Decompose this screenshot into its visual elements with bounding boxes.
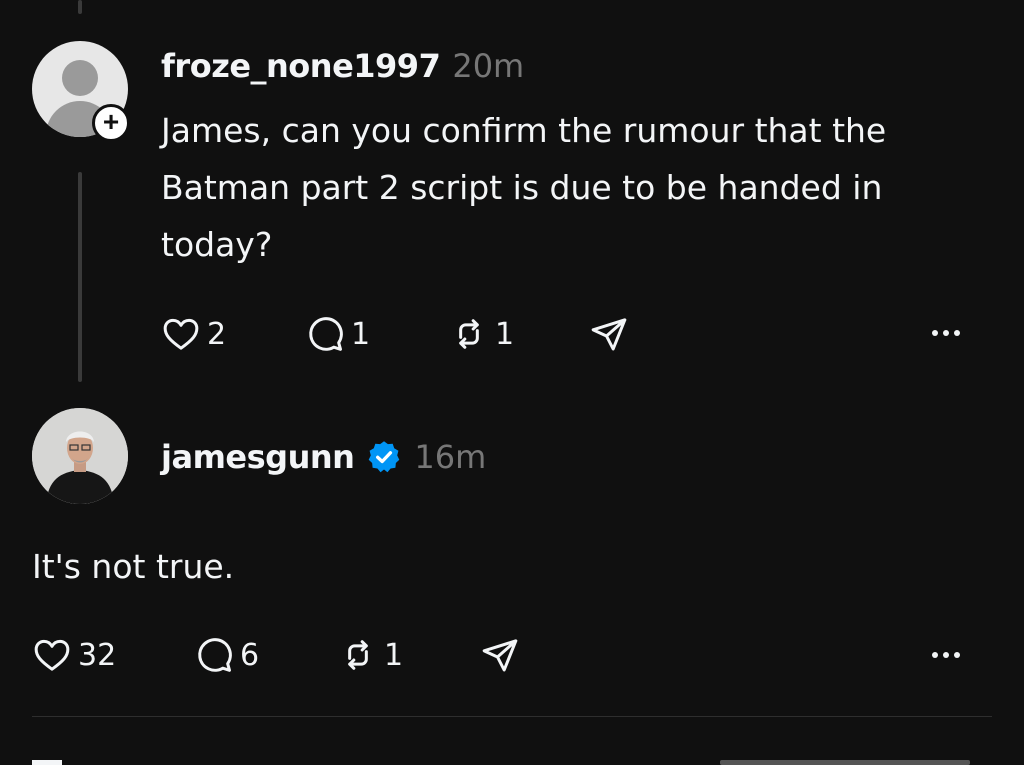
verified-badge-icon bbox=[366, 439, 402, 475]
next-item-partial bbox=[32, 760, 62, 765]
repost-icon bbox=[459, 319, 479, 349]
repost-button[interactable]: 1 bbox=[338, 635, 480, 675]
share-button[interactable] bbox=[589, 314, 629, 354]
more-icon[interactable] bbox=[932, 330, 960, 336]
comment-icon bbox=[309, 317, 343, 351]
thread-connector bbox=[78, 172, 82, 382]
share-button[interactable] bbox=[480, 635, 520, 675]
thread-connector-top bbox=[78, 0, 82, 14]
like-count: 2 bbox=[207, 316, 227, 352]
more-icon[interactable] bbox=[932, 652, 960, 658]
reply-timestamp: 16m bbox=[414, 438, 487, 476]
post-timestamp: 20m bbox=[452, 47, 525, 85]
like-button[interactable]: 2 bbox=[161, 314, 305, 354]
repost-icon bbox=[348, 640, 368, 670]
comment-icon bbox=[198, 638, 232, 672]
plus-icon: + bbox=[102, 106, 120, 137]
heart-icon bbox=[163, 318, 199, 350]
profile-photo bbox=[32, 408, 128, 504]
heart-icon bbox=[34, 639, 70, 671]
post-actions: 2 1 1 bbox=[161, 312, 629, 356]
reply-header: jamesgunn 16m bbox=[161, 433, 486, 481]
post-text: James, can you confirm the rumour that t… bbox=[161, 111, 887, 264]
repost-count: 1 bbox=[495, 316, 515, 352]
reply-text: It's not true. bbox=[32, 547, 235, 586]
reply-button[interactable]: 1 bbox=[305, 314, 449, 354]
threads-view: + froze_none1997 20m James, can you conf… bbox=[0, 0, 1024, 765]
like-count: 32 bbox=[78, 637, 117, 673]
avatar-head bbox=[62, 60, 98, 96]
post-header: froze_none1997 20m bbox=[161, 42, 524, 90]
send-icon bbox=[591, 318, 627, 351]
follow-button[interactable]: + bbox=[92, 104, 130, 142]
send-icon bbox=[482, 639, 518, 672]
repost-button[interactable]: 1 bbox=[449, 314, 589, 354]
divider bbox=[32, 716, 992, 717]
reply-count: 6 bbox=[240, 637, 260, 673]
reply-actions: 32 6 1 bbox=[32, 633, 520, 677]
reply-username[interactable]: jamesgunn bbox=[161, 433, 355, 481]
post-username[interactable]: froze_none1997 bbox=[161, 42, 441, 90]
repost-count: 1 bbox=[384, 637, 404, 673]
next-item-partial-link[interactable] bbox=[720, 760, 970, 765]
avatar[interactable] bbox=[32, 408, 128, 504]
reply-button[interactable]: 6 bbox=[194, 635, 338, 675]
like-button[interactable]: 32 bbox=[32, 635, 194, 675]
reply-count: 1 bbox=[351, 316, 371, 352]
